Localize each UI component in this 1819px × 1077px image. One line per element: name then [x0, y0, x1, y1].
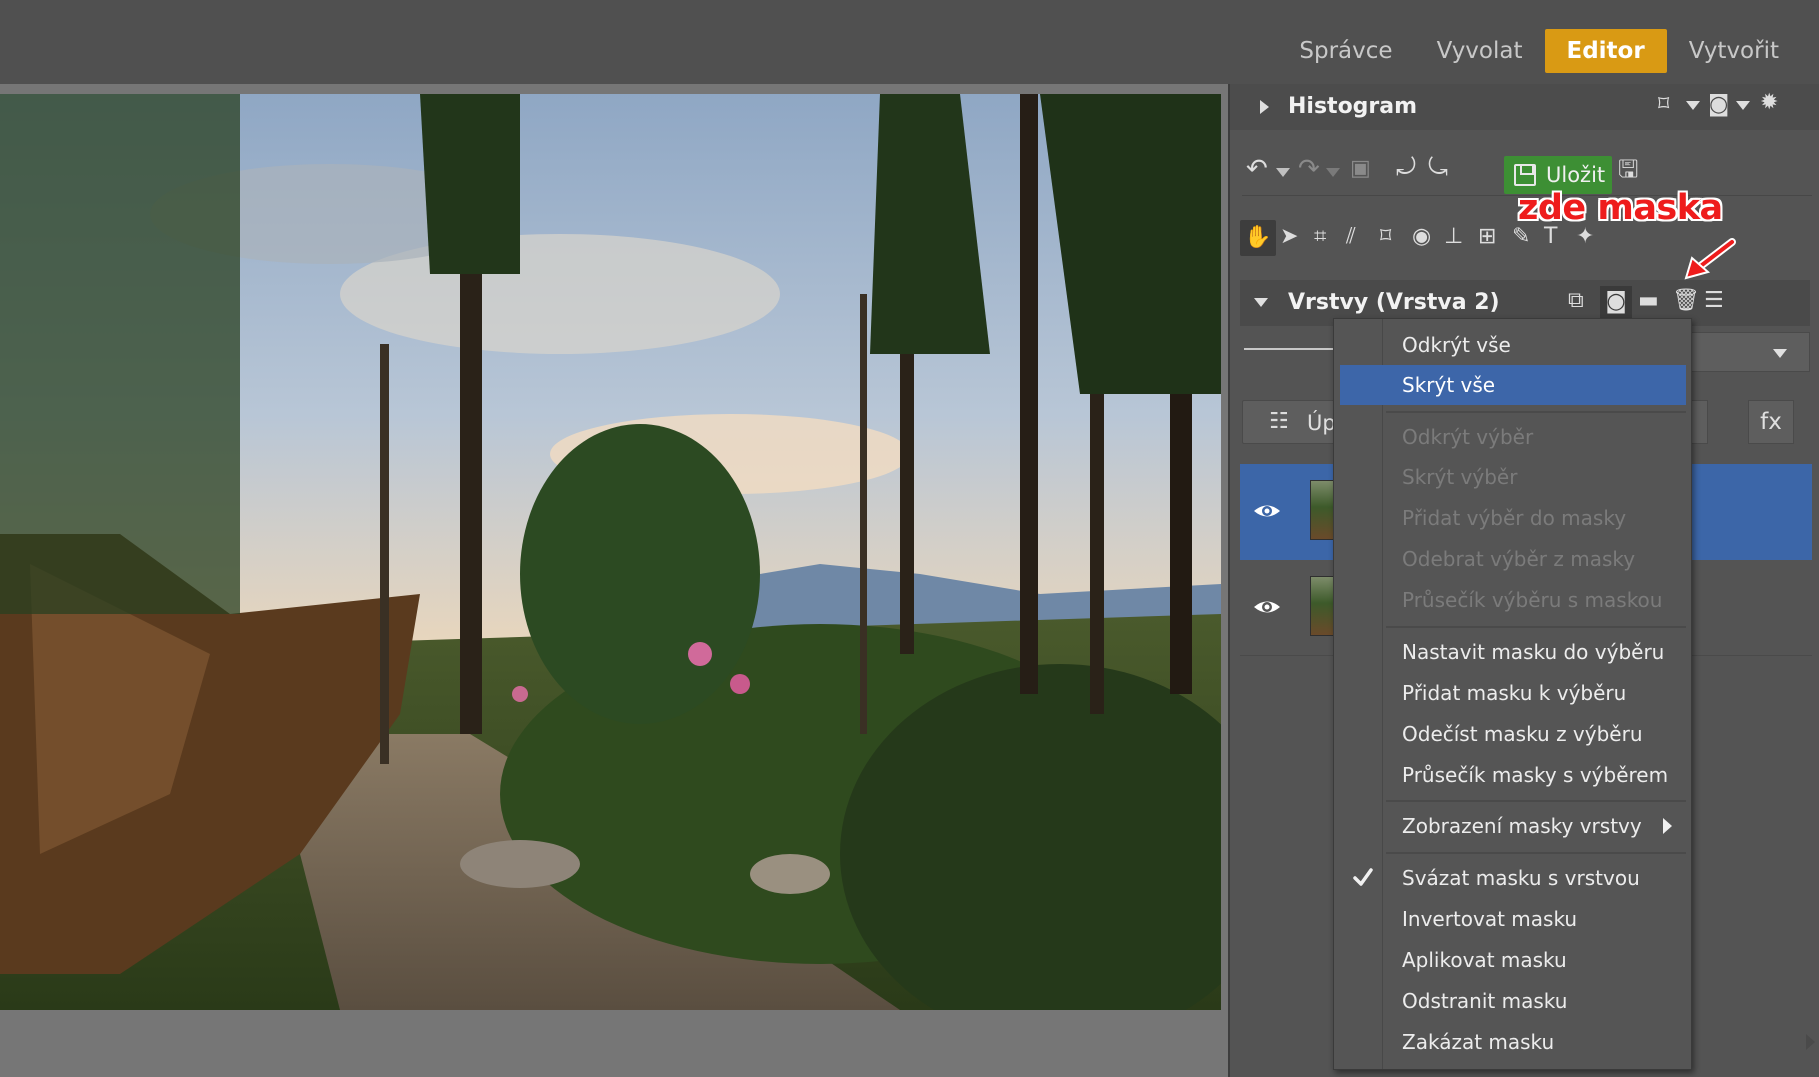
- eye-icon[interactable]: [1252, 592, 1282, 622]
- mask-context-menu: Odkrýt vše Skrýt vše Odkrýt výběr Skrýt …: [1333, 318, 1692, 1070]
- menu-item-invertovat-masku[interactable]: Invertovat masku: [1340, 899, 1686, 939]
- menu-item-odecist-masku-z-vyberu[interactable]: Odečíst masku z výběru: [1340, 714, 1686, 754]
- menu-item-skryt-vse[interactable]: Skrýt vše: [1340, 365, 1686, 405]
- menu-icon[interactable]: ☰: [1704, 288, 1724, 314]
- menu-item-prusecik-masky-s-vyberem[interactable]: Průsečík masky s výběrem: [1340, 755, 1686, 795]
- tab-vytvorit[interactable]: Vytvořit: [1667, 29, 1801, 73]
- submenu-label: Zobrazení masky vrstvy: [1402, 814, 1642, 838]
- save-as-icon[interactable]: 🖫: [1618, 156, 1638, 182]
- save-icon: [1514, 164, 1536, 186]
- undo-dropdown-icon[interactable]: [1276, 168, 1290, 177]
- mask-view-icon[interactable]: ◙: [1708, 92, 1729, 118]
- fx-button[interactable]: fx: [1748, 400, 1794, 444]
- crop-icon[interactable]: ⌗: [1314, 224, 1326, 250]
- menu-item-odebrat-vyber-z-masky: Odebrat výběr z masky: [1402, 547, 1636, 571]
- redo-icon[interactable]: ↷: [1298, 156, 1320, 182]
- trash-icon[interactable]: 🗑: [1672, 288, 1700, 314]
- opacity-slider[interactable]: [1244, 348, 1336, 350]
- duplicate-layer-icon[interactable]: ⧉: [1568, 288, 1584, 314]
- scroll-arrow-icon[interactable]: [1806, 1034, 1815, 1050]
- crop-mode-icon[interactable]: ⌑: [1658, 92, 1669, 118]
- menu-item-aplikovat-masku[interactable]: Aplikovat masku: [1340, 940, 1686, 980]
- expand-icon[interactable]: [1260, 100, 1269, 114]
- top-bar: Správce Vyvolat Editor Vytvořit: [0, 0, 1819, 84]
- menu-item-pridat-vyber-do-masky: Přidat výběr do masky: [1402, 506, 1627, 530]
- gear-icon[interactable]: ✹: [1760, 90, 1778, 116]
- menu-separator: [1386, 411, 1686, 413]
- redo-dropdown-icon[interactable]: [1326, 168, 1340, 177]
- menu-separator: [1386, 852, 1686, 854]
- menu-item-odkryt-vyber: Odkrýt výběr: [1402, 425, 1534, 449]
- adjust-list-icon: ☷: [1269, 409, 1289, 434]
- menu-item-zobrazeni-masky-vrstvy[interactable]: Zobrazení masky vrstvy: [1340, 806, 1686, 846]
- forest-photo: [0, 94, 1221, 1010]
- submenu-arrow-icon: [1663, 818, 1672, 834]
- canvas-area[interactable]: [0, 84, 1228, 1077]
- histogram-title: Histogram: [1288, 94, 1418, 119]
- chevron-down-icon[interactable]: [1686, 101, 1700, 110]
- menu-item-odstranit-masku[interactable]: Odstranit masku: [1340, 981, 1686, 1021]
- hand-icon[interactable]: ✋: [1240, 220, 1276, 256]
- layers-title: Vrstvy (Vrstva 2): [1288, 290, 1500, 315]
- menu-item-prusecik-vyberu-s-maskou: Průsečík výběru s maskou: [1402, 588, 1663, 612]
- menu-item-nastavit-masku-do-vyberu[interactable]: Nastavit masku do výběru: [1340, 632, 1686, 672]
- mode-tabs: Správce Vyvolat Editor Vytvořit: [1277, 29, 1801, 73]
- chevron-down-icon: [1773, 349, 1787, 358]
- photo-canvas[interactable]: [0, 94, 1221, 1010]
- annotation-label: zde maska: [1518, 188, 1723, 228]
- layer-thumbnail: [1310, 576, 1334, 636]
- tab-spravce[interactable]: Správce: [1277, 29, 1414, 73]
- menu-separator: [1386, 800, 1686, 802]
- mask-icon[interactable]: ◙: [1600, 286, 1632, 318]
- annotation-arrow-icon: [1684, 238, 1736, 280]
- layer-thumbnail: [1310, 480, 1334, 540]
- undo-icon[interactable]: ↶: [1246, 156, 1268, 182]
- app-window: Správce Vyvolat Editor Vytvořit Histogra…: [0, 0, 1819, 1077]
- tab-editor[interactable]: Editor: [1544, 29, 1667, 73]
- tab-vyvolat[interactable]: Vyvolat: [1415, 29, 1545, 73]
- save-label: Uložit: [1546, 163, 1606, 187]
- red-eye-icon[interactable]: ◉: [1412, 224, 1431, 250]
- adjust-label: Úp: [1307, 411, 1336, 435]
- rotate-left-icon[interactable]: ⤾: [1396, 154, 1416, 180]
- collapse-icon[interactable]: [1254, 298, 1268, 307]
- menu-item-skryt-vyber: Skrýt výběr: [1402, 465, 1518, 489]
- image-icon[interactable]: ▣: [1350, 156, 1371, 182]
- menu-item-odkryt-vse[interactable]: Odkrýt vše: [1340, 325, 1686, 365]
- menu-item-pridat-masku-k-vyberu[interactable]: Přidat masku k výběru: [1340, 673, 1686, 713]
- checkmark-icon: [1353, 868, 1373, 886]
- folder-icon[interactable]: ▬: [1638, 288, 1659, 314]
- grid-icon[interactable]: ⊞: [1478, 224, 1496, 250]
- stamp-icon[interactable]: ⊥: [1444, 224, 1463, 250]
- menu-separator: [1386, 626, 1686, 628]
- checked-label: Svázat masku s vrstvou: [1402, 866, 1640, 890]
- histogram-header[interactable]: Histogram ⌑ ◙ ✹: [1230, 84, 1819, 130]
- perspective-icon[interactable]: ⫽: [1346, 224, 1356, 250]
- eye-icon[interactable]: [1252, 496, 1282, 526]
- menu-item-svazat-masku-s-vrstvou[interactable]: Svázat masku s vrstvou: [1340, 858, 1686, 898]
- chevron-down-icon[interactable]: [1736, 101, 1750, 110]
- menu-item-zakazat-masku[interactable]: Zakázat masku: [1340, 1022, 1686, 1062]
- transform-icon[interactable]: ⌑: [1380, 224, 1391, 250]
- rotate-right-icon[interactable]: ⤿: [1428, 154, 1448, 180]
- pointer-icon[interactable]: ➤: [1280, 224, 1298, 250]
